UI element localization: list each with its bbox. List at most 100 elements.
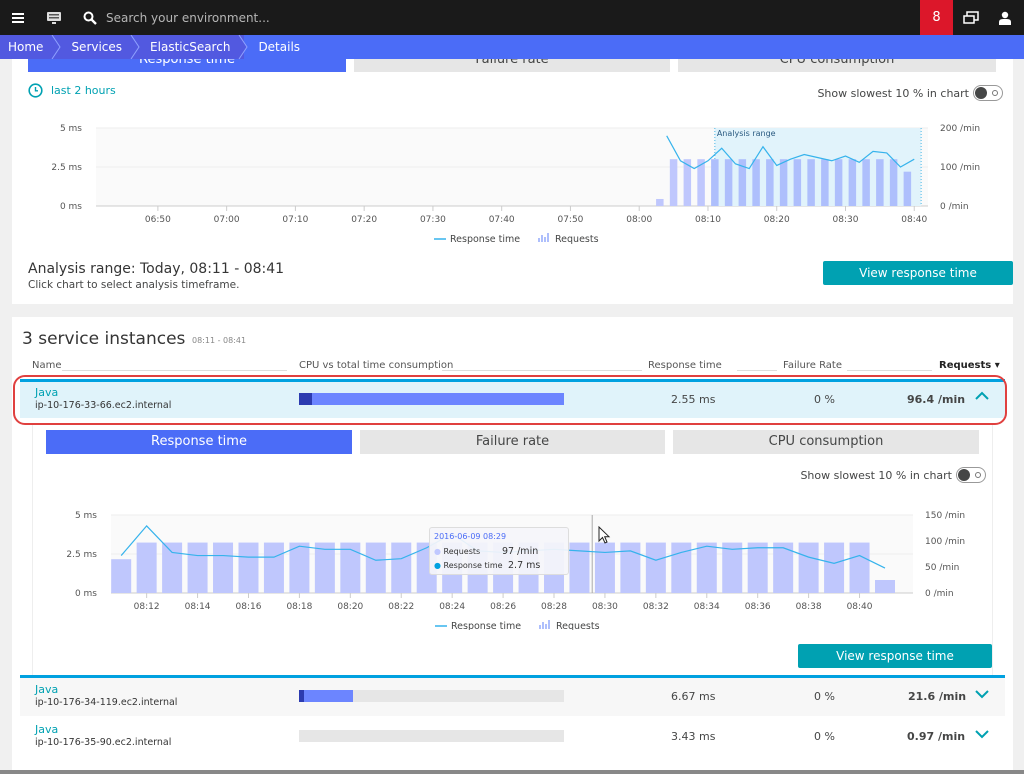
toggle-label: Show slowest 10 % in chart [817, 86, 969, 100]
request-bar [766, 159, 774, 206]
x-tick-label: 07:10 [282, 215, 308, 225]
cpu-bar [299, 690, 564, 702]
hamburger-icon[interactable] [8, 0, 28, 35]
search-input[interactable] [106, 8, 506, 28]
expand-chevron-icon[interactable] [975, 727, 989, 743]
request-bar [862, 159, 870, 206]
instance-row[interactable]: Java ip-10-176-34-119.ec2.internal 6.67 … [20, 678, 1005, 716]
request-bar [849, 542, 870, 593]
detail-view-hotspots-button[interactable]: View response time hotspots [798, 644, 992, 687]
y-right-tick-label: 100 /min [940, 163, 980, 173]
instances-timerange: 08:11 - 08:41 [192, 336, 247, 345]
breadcrumb-services[interactable]: Services [57, 35, 140, 59]
instance-row[interactable]: Java ip-10-176-35-90.ec2.internal 3.43 m… [20, 717, 1005, 755]
breadcrumb-label: Home [8, 40, 44, 54]
request-bar [696, 542, 717, 593]
detail-tabs: Response time Failure rate CPU consumpti… [46, 430, 979, 454]
request-bar [669, 159, 678, 206]
request-bar [824, 542, 845, 593]
toggle-label: Show slowest 10 % in chart [800, 468, 952, 482]
x-tick-label: 08:16 [236, 602, 262, 612]
tooltip-value: 97 /min [502, 546, 539, 557]
tooltip-label: Response time [443, 561, 503, 570]
breadcrumb-label: ElasticSearch [150, 40, 231, 54]
column-header-response-time[interactable]: Response time [648, 360, 722, 371]
x-tick-label: 08:34 [694, 602, 720, 612]
x-tick-label: 08:26 [490, 602, 516, 612]
instance-detail: Response time Failure rate CPU consumpti… [32, 425, 993, 687]
request-bar [793, 159, 802, 206]
mouse-cursor-icon [598, 526, 611, 544]
column-header-name[interactable]: Name [32, 360, 62, 371]
x-tick-label: 08:38 [796, 602, 822, 612]
request-bar [645, 542, 666, 593]
notifications-badge[interactable]: 8 [920, 0, 953, 35]
instance-type[interactable]: Java [35, 723, 58, 736]
search-icon[interactable] [80, 0, 100, 35]
column-header-failure-rate[interactable]: Failure Rate [783, 360, 842, 371]
tooltip-row: ● Requests [434, 547, 481, 556]
x-tick-label: 07:30 [420, 215, 446, 225]
request-bar [314, 542, 335, 593]
x-tick-label: 08:00 [626, 215, 652, 225]
request-bar [136, 542, 157, 593]
tooltip-row: ● Response time [434, 561, 503, 570]
column-header-cpu[interactable]: CPU vs total time consumption [299, 360, 453, 371]
instance-type[interactable]: Java [35, 386, 58, 399]
slowest-toggle[interactable] [973, 85, 1003, 101]
tooltip-title: 2016-06-09 08:29 [434, 532, 507, 541]
request-bar [289, 542, 310, 593]
detail-tab-failure-rate[interactable]: Failure rate [360, 430, 665, 454]
overview-chart[interactable]: 5 ms 2.5 ms 0 ms 200 /min 100 /min 0 /min Anal… [12, 118, 1013, 253]
y-left-tick-label: 5 ms [75, 511, 97, 521]
request-bar [162, 542, 183, 593]
request-bar [821, 159, 829, 206]
y-left-tick-label: 0 ms [60, 202, 82, 212]
legend-bars-icon [545, 624, 547, 629]
y-left-tick-label: 2.5 ms [51, 163, 82, 173]
request-bar [752, 159, 760, 206]
y-right-tick-label: 50 /min [925, 563, 959, 573]
overview-panel: Response time Failure rate CPU consumpti… [12, 40, 1013, 304]
analysis-range-hint: Click chart to select analysis timeframe… [28, 279, 240, 291]
dashboard-icon[interactable] [44, 0, 64, 35]
detail-tab-response-time[interactable]: Response time [46, 430, 352, 454]
cpu-bar [299, 730, 564, 742]
request-bar [798, 542, 819, 593]
legend-bars-icon [548, 620, 550, 629]
breadcrumb-elasticsearch[interactable]: ElasticSearch [136, 35, 249, 59]
x-tick-label: 08:18 [286, 602, 312, 612]
request-bar [874, 580, 895, 593]
x-tick-label: 08:32 [643, 602, 669, 612]
y-right-tick-label: 150 /min [925, 511, 965, 521]
column-header-requests[interactable]: Requests ▾ [939, 360, 1000, 371]
timeframe-selector[interactable]: last 2 hours [28, 83, 116, 98]
breadcrumb-label: Details [258, 40, 301, 54]
windows-icon[interactable] [960, 0, 982, 35]
expand-chevron-icon[interactable] [975, 687, 989, 703]
bottom-scrollbar[interactable] [0, 770, 1024, 774]
x-tick-label: 08:22 [388, 602, 414, 612]
user-icon[interactable] [994, 0, 1016, 35]
collapse-chevron-icon[interactable] [975, 389, 989, 405]
instances-panel: 3 service instances 08:11 - 08:41 Name C… [12, 317, 1013, 772]
request-bar [889, 159, 898, 206]
detail-slowest-toggle-row: Show slowest 10 % in chart [800, 467, 986, 483]
legend-bars-icon [541, 235, 543, 242]
y-right-tick-label: 0 /min [940, 202, 969, 212]
x-tick-label: 08:20 [764, 215, 790, 225]
response-time-value: 3.43 ms [671, 730, 716, 743]
instance-row[interactable]: Java ip-10-176-33-66.ec2.internal 2.55 m… [20, 382, 1005, 418]
request-bar [876, 159, 884, 206]
detail-slowest-toggle[interactable] [956, 467, 986, 483]
request-bar [722, 542, 743, 593]
request-bar [711, 159, 719, 206]
detail-tab-cpu-consumption[interactable]: CPU consumption [673, 430, 979, 454]
view-hotspots-button[interactable]: View response time hotspots [823, 261, 1013, 304]
breadcrumb-home[interactable]: Home [0, 35, 62, 59]
chart-tooltip: 2016-06-09 08:29 ● Requests 97 /min ● Re… [429, 527, 569, 575]
legend-label-response-time: Response time [451, 621, 521, 630]
instance-type[interactable]: Java [35, 683, 58, 696]
legend-bars-icon [544, 237, 546, 242]
legend-label-response-time: Response time [450, 234, 520, 245]
